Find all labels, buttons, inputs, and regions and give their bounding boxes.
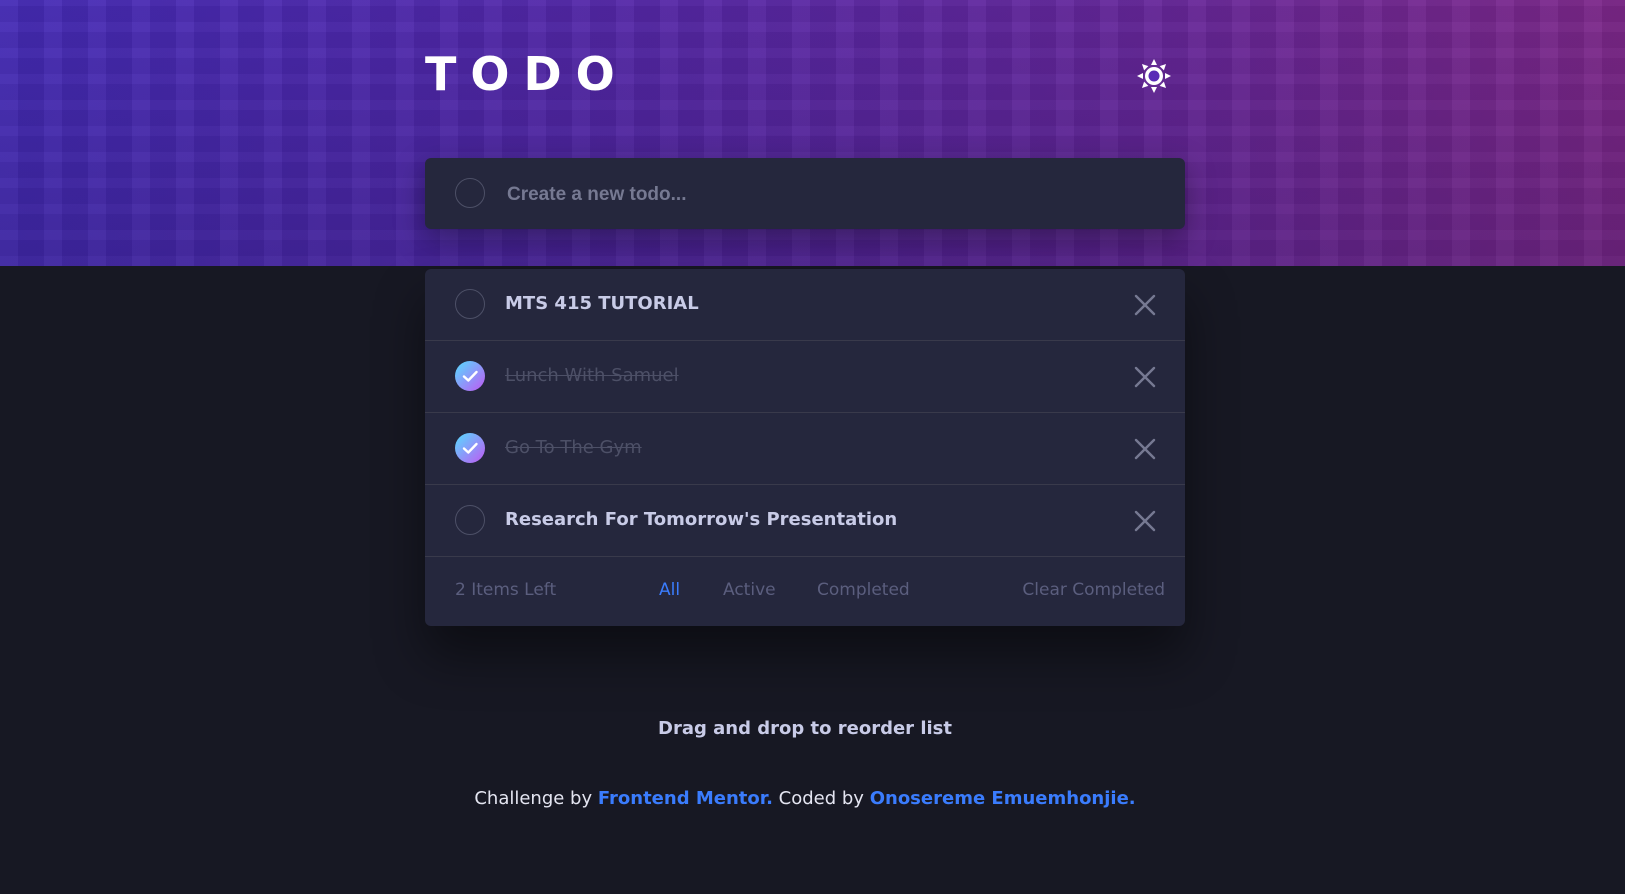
filter-completed[interactable]: Completed [817, 580, 910, 600]
delete-todo-button[interactable] [1133, 509, 1157, 533]
close-icon [1134, 438, 1156, 460]
todo-checkbox[interactable] [455, 505, 485, 535]
todo-footer: 2 Items Left All Active Completed Clear … [425, 557, 1185, 626]
todo-item[interactable]: Research For Tomorrow's Presentation [425, 485, 1185, 557]
delete-todo-button[interactable] [1133, 437, 1157, 461]
reorder-hint: Drag and drop to reorder list [658, 718, 952, 739]
check-icon [462, 442, 478, 454]
delete-todo-button[interactable] [1133, 293, 1157, 317]
todo-list: MTS 415 TUTORIAL Lunch With Samuel Go To… [425, 269, 1185, 626]
sun-icon [1137, 59, 1171, 93]
close-icon [1134, 294, 1156, 316]
attribution-middle: Coded by [778, 788, 864, 809]
todo-text: Lunch With Samuel [505, 365, 679, 386]
delete-todo-button[interactable] [1133, 365, 1157, 389]
todo-text: Research For Tomorrow's Presentation [505, 509, 898, 530]
close-icon [1134, 510, 1156, 532]
author-link[interactable]: Onosereme Emuemhonjie. [870, 788, 1136, 809]
attribution-prefix: Challenge by [474, 788, 593, 809]
check-icon [462, 370, 478, 382]
todo-text: Go To The Gym [505, 437, 642, 458]
new-todo-checkbox[interactable] [455, 178, 485, 208]
todo-checkbox[interactable] [455, 433, 485, 463]
attribution: Challenge by Frontend Mentor. Coded by O… [0, 788, 1610, 809]
close-icon [1134, 366, 1156, 388]
frontend-mentor-link[interactable]: Frontend Mentor. [598, 788, 773, 809]
todo-text: MTS 415 TUTORIAL [505, 293, 699, 314]
app-title: TODO [425, 47, 629, 101]
todo-checkbox[interactable] [455, 289, 485, 319]
new-todo-input[interactable] [505, 176, 1149, 214]
filter-active[interactable]: Active [723, 580, 776, 600]
todo-checkbox[interactable] [455, 361, 485, 391]
todo-item[interactable]: MTS 415 TUTORIAL [425, 269, 1185, 341]
filter-all[interactable]: All [659, 580, 680, 600]
clear-completed-button[interactable]: Clear Completed [1022, 580, 1165, 600]
todo-item[interactable]: Lunch With Samuel [425, 341, 1185, 413]
theme-toggle-button[interactable] [1136, 58, 1172, 94]
new-todo-bar [425, 158, 1185, 229]
todo-item[interactable]: Go To The Gym [425, 413, 1185, 485]
items-left-count: 2 Items Left [455, 580, 557, 600]
